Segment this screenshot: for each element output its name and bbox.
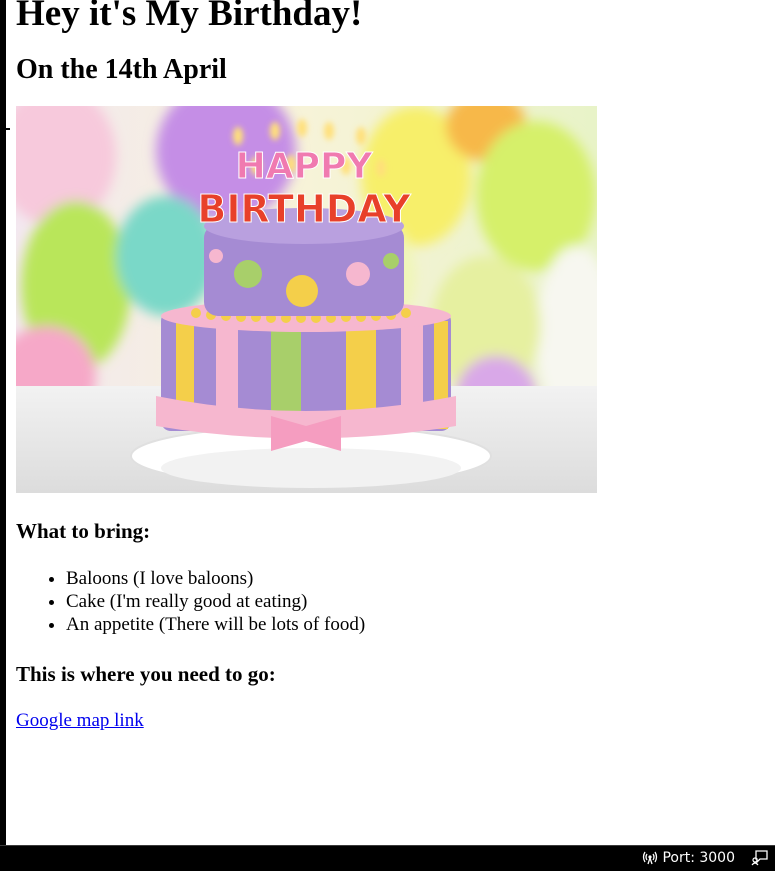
list-item: Cake (I'm really good at eating) (66, 590, 756, 613)
cake-topper-happy: HAPPY (236, 146, 374, 187)
birthday-cake-image: HAPPY BIRTHDAY (16, 106, 597, 493)
page-title: Hey it's My Birthday! (16, 0, 363, 34)
broadcast-icon (643, 851, 658, 865)
port-status-item[interactable]: Port: 3000 (642, 850, 735, 866)
status-bar: Port: 3000 (0, 845, 775, 871)
bring-list: Baloons (I love baloons) Cake (I'm reall… (16, 567, 756, 636)
window-left-border (0, 0, 6, 845)
page-content: Hey it's My Birthday! On the 14th April (16, 0, 756, 732)
port-label: Port: 3000 (662, 850, 735, 866)
location-heading: This is where you need to go: (16, 662, 276, 686)
window-border-notch (0, 128, 10, 130)
browser-viewport: Hey it's My Birthday! On the 14th April (0, 0, 775, 871)
list-item: Baloons (I love baloons) (66, 567, 756, 590)
page-subtitle: On the 14th April (16, 54, 227, 85)
feedback-icon[interactable] (751, 850, 769, 866)
bring-heading: What to bring: (16, 519, 151, 543)
google-map-link[interactable]: Google map link (16, 710, 144, 732)
list-item: An appetite (There will be lots of food) (66, 613, 756, 636)
cake-topper-birthday: BIRTHDAY (197, 187, 411, 231)
